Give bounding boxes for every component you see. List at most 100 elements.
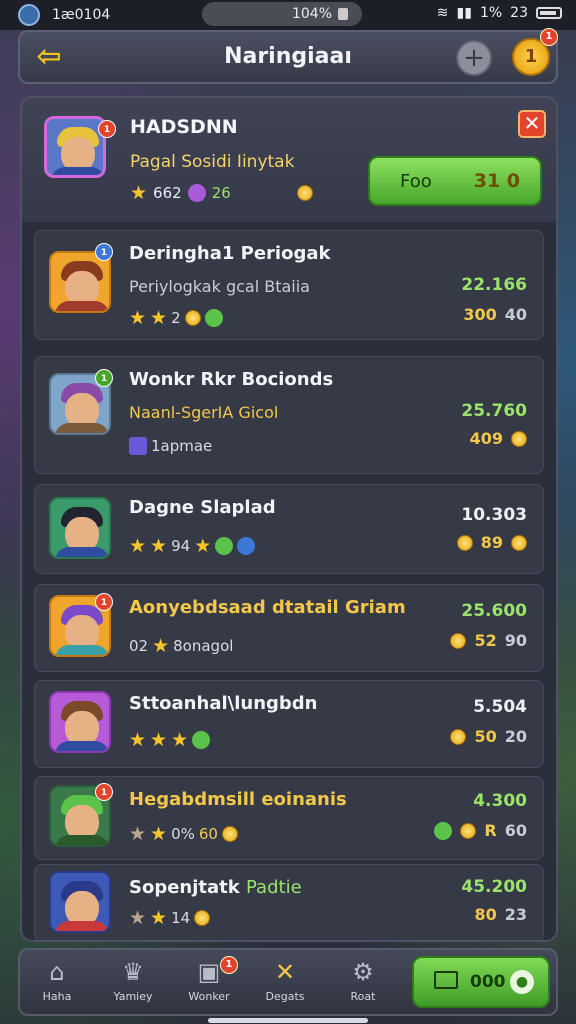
gem-icon: [215, 537, 234, 555]
player-reward: R 60: [434, 821, 527, 840]
gear-icon: ⚙: [352, 958, 374, 986]
cta-button[interactable]: 000 ●: [412, 956, 550, 1008]
list-item[interactable]: 1 Hegabdmsill eoinanis ★ ★ 0% 60 4.300 R…: [34, 776, 544, 860]
featured-stat1: 662: [153, 184, 182, 202]
status-time-right: 23: [510, 5, 528, 21]
star-icon: ★: [150, 823, 168, 845]
nav-item-degats[interactable]: ✕ Degats: [248, 958, 322, 1012]
avatar: [49, 691, 111, 753]
player-name: Deringha1 Periogak: [129, 243, 331, 264]
list-item[interactable]: 1 Deringha1 Periogak Periylogkak gcal Bt…: [34, 230, 544, 340]
star-icon: ★: [129, 729, 147, 751]
status-time-left: 1æ0104: [52, 7, 111, 23]
status-left: 1æ0104: [18, 4, 110, 26]
player-name: Dagne Slaplad: [129, 497, 276, 518]
avatar: [44, 116, 106, 178]
player-meta-value: 02: [129, 637, 149, 655]
player-name: Hegabdmsill eoinanis: [129, 789, 347, 810]
player-meta-value: 94: [171, 537, 191, 555]
nav-notification-badge: 1: [220, 956, 238, 974]
notification-badge: 1: [540, 28, 558, 46]
player-reward: 89: [456, 533, 527, 552]
reward-value: 80: [474, 905, 497, 924]
player-meta-secondary: 8onagol: [173, 637, 234, 655]
cta-label: 000: [470, 972, 506, 992]
rank-badge: 1: [95, 243, 113, 261]
player-meta-value: 14: [171, 909, 191, 927]
player-reward: 300 40: [463, 305, 527, 324]
star-icon: ★: [129, 823, 147, 845]
reward-value: 50: [474, 727, 497, 746]
reward-value: 300: [463, 305, 497, 324]
nav-label: Roat: [350, 990, 376, 1003]
rank-badge: 1: [95, 783, 113, 801]
player-name: Aonyebdsaad dtatail Griam: [129, 597, 406, 618]
player-reward: 80 23: [474, 905, 527, 924]
app-logo-icon: [18, 4, 40, 26]
list-item[interactable]: Sopenjtatk Padtie ★ ★ 14 45.200 80 23: [34, 864, 544, 940]
reward-extra: 23: [504, 905, 527, 924]
player-meta: ★ ★ 14: [129, 907, 211, 929]
nav-item-ranking[interactable]: ♛ Yamiey: [96, 958, 170, 1012]
player-reward: 409: [470, 429, 527, 448]
mail-icon: [434, 971, 458, 989]
rank-badge: 1: [95, 369, 113, 387]
player-meta: ★ ★ 94 ★: [129, 535, 256, 557]
featured-card[interactable]: 1 HADSDNN Pagal Sosidi Iinytak ★ 662 26 …: [22, 98, 556, 222]
nav-label: Degats: [265, 990, 305, 1003]
bottom-navigation: ⌂ Haha ♛ Yamiey ▣ Wonker 1 ✕ Degats ⚙ Ro…: [18, 948, 558, 1016]
player-reward: 50 20: [450, 727, 527, 746]
status-bar: 1æ0104 104% ≋ ▮▮ 1% 23: [0, 0, 576, 30]
featured-stats: ★ 662 26: [130, 182, 313, 204]
item-icon: [129, 437, 147, 455]
wifi-icon: ≋: [436, 5, 449, 21]
player-meta: ★ ★ 0% 60: [129, 823, 238, 845]
reward-value: 52: [474, 631, 497, 650]
star-icon: ★: [130, 182, 148, 204]
star-icon: ★: [171, 729, 189, 751]
player-meta-secondary: 60: [198, 825, 218, 843]
leaderboard-panel: 1 HADSDNN Pagal Sosidi Iinytak ★ 662 26 …: [20, 96, 558, 942]
player-name-accent: Padtie: [246, 877, 302, 898]
close-button[interactable]: ✕: [518, 110, 546, 138]
gem-icon: [192, 731, 211, 749]
list-item[interactable]: Dagne Slaplad ★ ★ 94 ★ 10.303 89: [34, 484, 544, 574]
coin-icon: [194, 910, 211, 926]
player-score: 25.600: [461, 601, 527, 621]
add-button[interactable]: +: [456, 40, 492, 76]
star-icon: ★: [150, 307, 168, 329]
player-subtitle: Naanl-SgerIA Gicol: [129, 403, 279, 422]
player-score: 22.166: [461, 275, 527, 295]
list-item[interactable]: 1 Wonkr Rkr Bocionds Naanl-SgerIA Gicol …: [34, 356, 544, 474]
play-button-label: Foo: [400, 171, 432, 192]
nav-item-home[interactable]: ⌂ Haha: [20, 958, 94, 1012]
player-meta: ★ ★ ★: [129, 729, 211, 751]
coin-icon: [511, 534, 527, 551]
player-meta-value: 2: [171, 309, 181, 327]
star-icon: ★: [150, 907, 168, 929]
nav-item-settings[interactable]: ⚙ Roat: [326, 958, 400, 1012]
reward-extra: 20: [504, 727, 527, 746]
status-pill: 104%: [202, 2, 362, 26]
player-meta-value: 1apmae: [151, 437, 213, 455]
list-item[interactable]: 1 Aonyebdsaad dtatail Griam 02 ★ 8onagol…: [34, 584, 544, 672]
rank-badge: 1: [95, 593, 113, 611]
player-score: 25.760: [461, 401, 527, 421]
player-score: 5.504: [473, 697, 527, 717]
status-right: ≋ ▮▮ 1% 23: [437, 5, 562, 21]
player-score: 45.200: [461, 877, 527, 897]
reward-extra: 90: [504, 631, 527, 650]
list-item[interactable]: Sttoanhal\lungbdn ★ ★ ★ 5.504 50 20: [34, 680, 544, 768]
coin-icon: [450, 632, 467, 649]
reward-value: 89: [480, 533, 503, 552]
play-button[interactable]: Foo 31 0: [368, 156, 542, 206]
nav-label: Wonker: [188, 990, 230, 1003]
star-icon: ★: [129, 307, 147, 329]
gem-icon: [204, 309, 223, 327]
coin-icon: [296, 185, 313, 201]
star-icon: ★: [194, 535, 212, 557]
swords-icon: ✕: [274, 958, 296, 986]
reward-extra: 60: [504, 821, 527, 840]
player-name-main: Sopenjtatk: [129, 877, 240, 898]
gem-icon: [187, 184, 206, 202]
